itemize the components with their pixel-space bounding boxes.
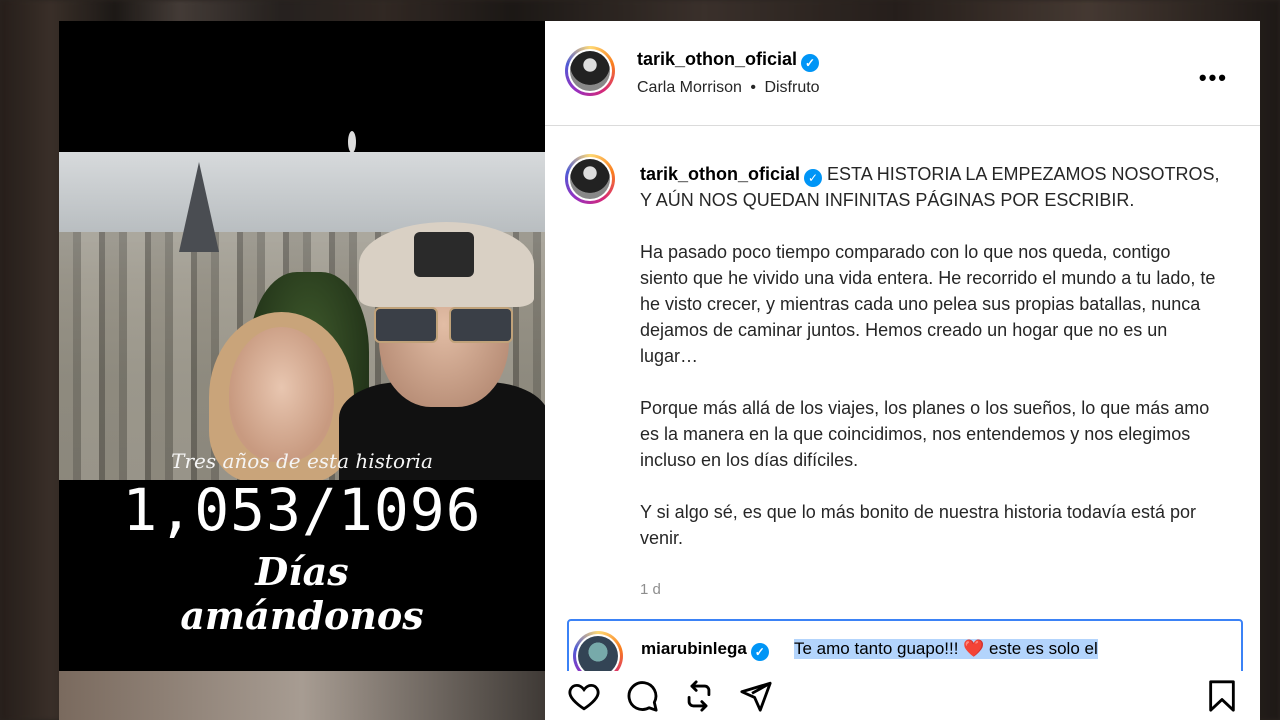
post-modal: Tres años de esta historia 1,053/1096 Dí…: [59, 21, 1260, 720]
heart-icon[interactable]: [567, 679, 601, 713]
overlay-title: Tres años de esta historia: [171, 449, 433, 473]
post-media[interactable]: Tres años de esta historia 1,053/1096 Dí…: [59, 21, 545, 720]
post-time[interactable]: 1 d: [640, 581, 661, 598]
author-avatar[interactable]: [565, 46, 615, 96]
post-header: tarik_othon_oficial ✓ Carla Morrison • Di…: [545, 21, 1260, 126]
action-bar: [545, 671, 1260, 720]
comment-username[interactable]: miarubinlega ✓: [641, 639, 769, 661]
more-options-icon[interactable]: •••: [1199, 65, 1228, 91]
repost-icon[interactable]: [682, 679, 716, 713]
caption-paragraph: Y si algo sé, es que lo más bonito de nu…: [640, 502, 1197, 548]
caption-username[interactable]: tarik_othon_oficial: [640, 164, 800, 184]
overlay-line-2: amándonos: [180, 593, 424, 638]
caption-avatar[interactable]: [565, 154, 615, 204]
overlay-line-1: Días: [255, 549, 349, 594]
share-icon[interactable]: [739, 679, 773, 713]
couple-photo: [59, 152, 545, 480]
verified-badge-icon: ✓: [801, 54, 820, 72]
eiffel-tower: [179, 162, 219, 252]
verified-badge-icon: ✓: [750, 643, 769, 661]
author-username[interactable]: tarik_othon_oficial ✓: [637, 49, 820, 72]
audio-title[interactable]: Disfruto: [764, 79, 819, 96]
audio-artist[interactable]: Carla Morrison: [637, 79, 742, 96]
bookmark-icon[interactable]: [1205, 679, 1239, 713]
caption-paragraph: Ha pasado poco tiempo comparado con lo q…: [640, 242, 1216, 366]
verified-badge-icon: ✓: [804, 169, 823, 187]
light-flare: [348, 131, 356, 153]
comment-icon[interactable]: [625, 679, 659, 713]
caption-paragraph: Porque más allá de los viajes, los plane…: [640, 398, 1210, 470]
next-photo-preview: [59, 671, 545, 720]
post-sidebar: tarik_othon_oficial ✓ Carla Morrison • Di…: [545, 21, 1260, 720]
day-counter: 1,053/1096: [122, 476, 482, 544]
comment-text: Te amo tanto guapo!!! ❤️ este es solo el: [794, 639, 1098, 659]
audio-info[interactable]: Carla Morrison • Disfruto: [637, 79, 820, 97]
audio-separator: •: [750, 79, 756, 96]
post-caption: tarik_othon_oficial ✓ ESTA HISTORIA LA EM…: [640, 161, 1220, 577]
